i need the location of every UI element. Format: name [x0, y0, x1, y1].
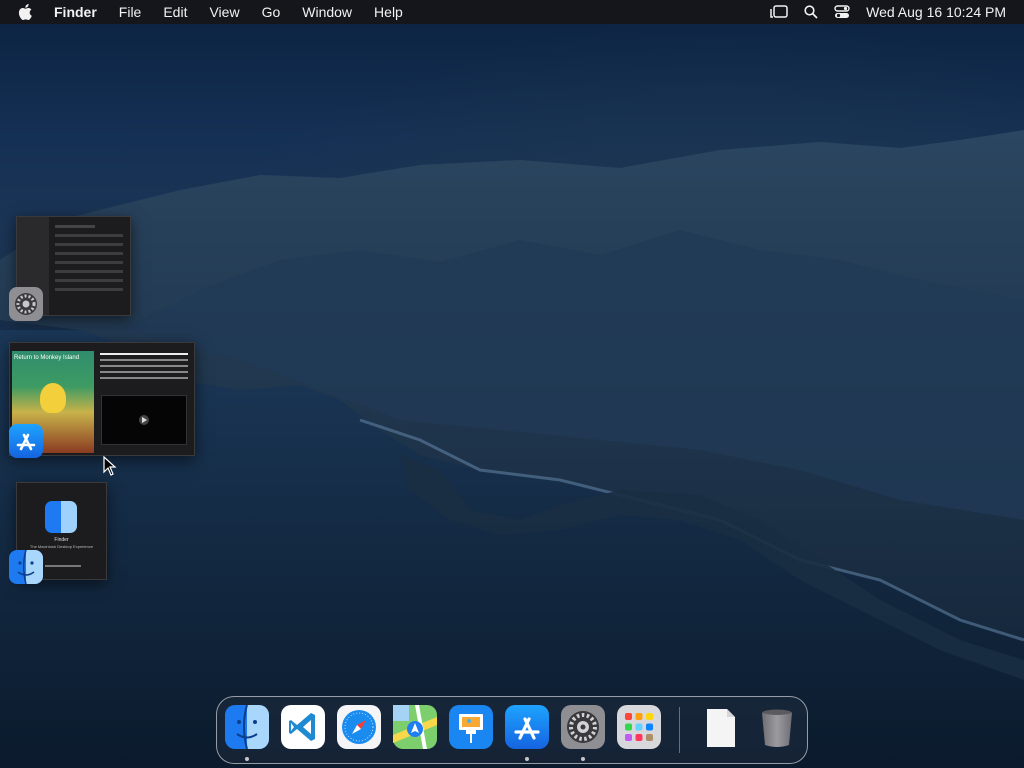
- apple-icon[interactable]: [18, 3, 36, 21]
- app-store-icon: [9, 424, 43, 458]
- dock-running-indicator: [245, 757, 249, 761]
- control-center-icon[interactable]: [834, 5, 850, 19]
- finder-about-title: Finder: [54, 537, 69, 543]
- search-icon[interactable]: [804, 5, 818, 19]
- menu-bar: Finder File Edit View Go Window Help Wed…: [0, 0, 1024, 24]
- menu-go[interactable]: Go: [262, 4, 281, 20]
- menu-view[interactable]: View: [209, 4, 239, 20]
- dock-separator: [679, 707, 680, 753]
- video-thumbnail: [101, 395, 187, 445]
- menu-edit[interactable]: Edit: [163, 4, 187, 20]
- dock-launchpad[interactable]: [617, 705, 661, 749]
- dock-app-store[interactable]: [505, 705, 549, 749]
- dock-running-indicator: [525, 757, 529, 761]
- finder-about-logo: [45, 501, 77, 533]
- menu-help[interactable]: Help: [374, 4, 403, 20]
- dock-trash[interactable]: [755, 705, 799, 749]
- app-store-featured-title: Return to Monkey Island: [14, 355, 80, 361]
- dock-document[interactable]: [699, 705, 743, 749]
- mouse-cursor: [103, 456, 117, 476]
- menu-finder[interactable]: Finder: [54, 4, 97, 20]
- dock: [216, 696, 808, 764]
- system-settings-icon: [9, 287, 43, 321]
- menu-file[interactable]: File: [119, 4, 142, 20]
- dock-maps[interactable]: [393, 705, 437, 749]
- menu-bar-clock[interactable]: Wed Aug 16 10:24 PM: [866, 4, 1006, 20]
- dock-finder[interactable]: [225, 704, 269, 750]
- stage-manager-icon[interactable]: [770, 5, 788, 19]
- dock-running-indicator: [581, 757, 585, 761]
- finder-about-subtitle: The Macintosh Desktop Experience: [29, 544, 94, 549]
- menu-window[interactable]: Window: [302, 4, 352, 20]
- finder-icon: [9, 549, 43, 585]
- dock-vscode[interactable]: [281, 705, 325, 749]
- dock-keynote[interactable]: [449, 705, 493, 749]
- dock-system-settings[interactable]: [561, 705, 605, 749]
- dock-safari[interactable]: [337, 705, 381, 749]
